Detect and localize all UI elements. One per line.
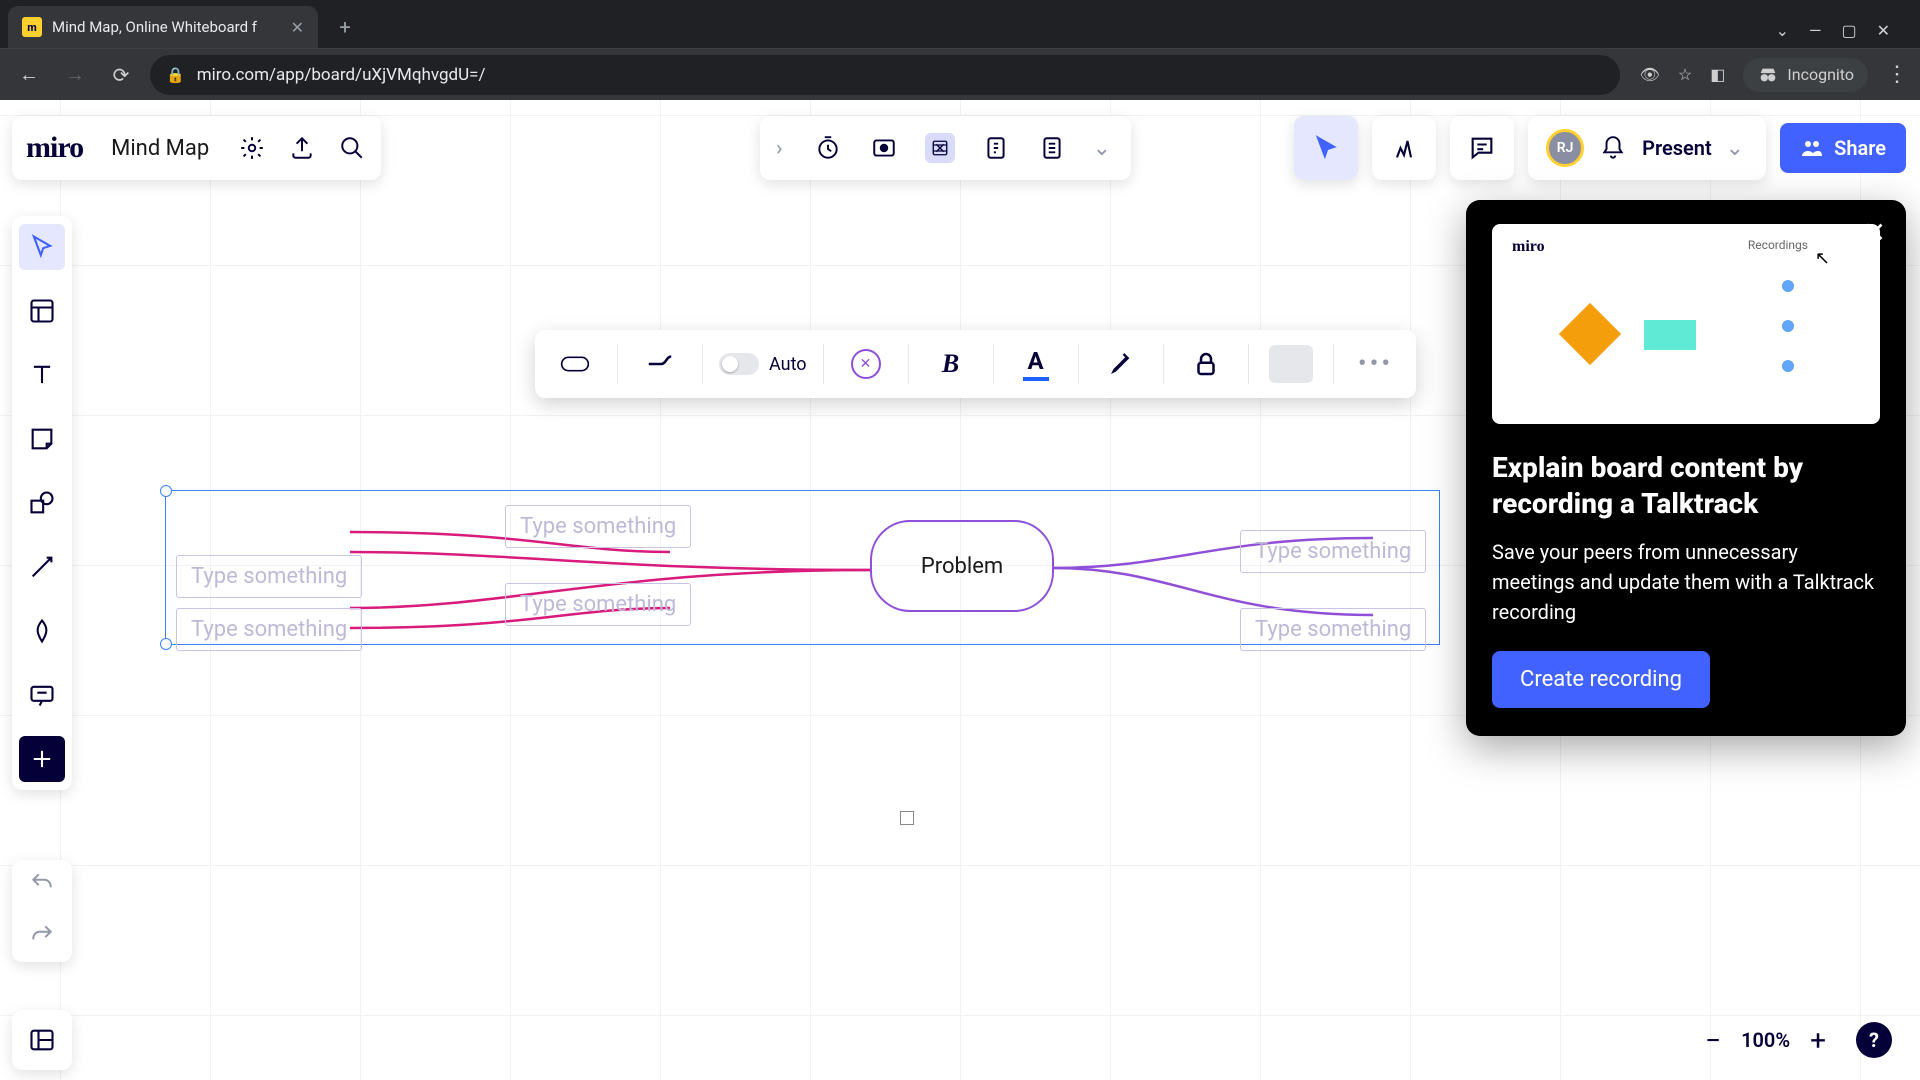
selection-handle-nw[interactable] (160, 485, 172, 497)
preview-dot-icon (1782, 360, 1794, 372)
central-node-text: Problem (921, 554, 1003, 579)
miro-favicon: m (22, 17, 42, 37)
preview-diamond-icon (1559, 303, 1621, 365)
create-recording-button[interactable]: Create recording (1492, 651, 1710, 708)
popup-body: Save your peers from unnecessary meeting… (1492, 537, 1880, 627)
reload-button[interactable]: ⟳ (104, 58, 138, 92)
caret-down-icon[interactable]: ⌄ (1776, 21, 1789, 40)
talktrack-popup: ✕ miro Recordings ↖ Explain board conten… (1466, 200, 1906, 736)
new-tab-button[interactable]: + (328, 10, 362, 44)
popup-title: Explain board content by recording a Tal… (1492, 450, 1880, 523)
zoom-out-button[interactable]: − (1705, 1024, 1721, 1057)
back-button[interactable]: ← (12, 58, 46, 92)
help-button[interactable]: ? (1856, 1022, 1892, 1058)
mindmap-node[interactable]: Type something (1240, 530, 1426, 573)
preview-rect-icon (1644, 320, 1696, 350)
lock-icon: 🔒 (166, 66, 185, 84)
incognito-badge[interactable]: Incognito (1743, 58, 1868, 92)
maximize-icon[interactable]: ▢ (1841, 21, 1856, 40)
close-window-icon[interactable]: ✕ (1877, 21, 1890, 40)
tab-close-icon[interactable]: ✕ (291, 18, 304, 37)
forward-button[interactable]: → (58, 58, 92, 92)
address-bar: ← → ⟳ 🔒 miro.com/app/board/uXjVMqhvgdU=/… (0, 48, 1920, 100)
minimize-icon[interactable]: — (1809, 21, 1822, 40)
mindmap-node[interactable]: Type something (1240, 608, 1426, 651)
browser-chrome: m Mind Map, Online Whiteboard f ✕ + ⌄ — … (0, 0, 1920, 100)
selection-handle-sw[interactable] (160, 638, 172, 650)
mindmap-node[interactable]: Type something (176, 555, 362, 598)
mini-cursor-icon: ↖ (1815, 248, 1830, 269)
tab-strip: m Mind Map, Online Whiteboard f ✕ + ⌄ — … (0, 0, 1920, 48)
central-node[interactable]: Problem (870, 520, 1054, 612)
miro-app: miro Mind Map › ⌄ RJ Present ⌄ Share (0, 100, 1920, 1080)
zoom-controls: − 100% + ? (1705, 1022, 1892, 1058)
mini-recordings-label: Recordings (1748, 238, 1808, 252)
tab-title: Mind Map, Online Whiteboard f (52, 18, 281, 36)
mini-logo: miro (1512, 238, 1545, 256)
zoom-value: 100% (1741, 1028, 1790, 1052)
incognito-icon (1757, 64, 1779, 86)
eye-off-icon[interactable]: 👁 (1640, 65, 1660, 84)
mindmap-node[interactable]: Type something (505, 505, 691, 548)
omnibox[interactable]: 🔒 miro.com/app/board/uXjVMqhvgdU=/ (150, 55, 1620, 95)
panel-icon[interactable]: ◧ (1710, 65, 1725, 84)
star-icon[interactable]: ☆ (1678, 65, 1692, 84)
incognito-label: Incognito (1787, 65, 1854, 84)
preview-dot-icon (1782, 320, 1794, 332)
zoom-in-button[interactable]: + (1810, 1024, 1826, 1057)
popup-preview-image: miro Recordings ↖ (1492, 224, 1880, 424)
browser-tab[interactable]: m Mind Map, Online Whiteboard f ✕ (8, 6, 318, 48)
mindmap-node[interactable]: Type something (176, 608, 362, 651)
mouse-cursor (900, 811, 914, 825)
mindmap-node[interactable]: Type something (505, 583, 691, 626)
url-text: miro.com/app/board/uXjVMqhvgdU=/ (197, 65, 486, 85)
window-controls: ⌄ — ▢ ✕ (1776, 21, 1912, 48)
addr-right-icons: 👁 ☆ ◧ Incognito ⋮ (1640, 58, 1908, 92)
browser-menu-icon[interactable]: ⋮ (1886, 62, 1908, 87)
preview-dot-icon (1782, 280, 1794, 292)
